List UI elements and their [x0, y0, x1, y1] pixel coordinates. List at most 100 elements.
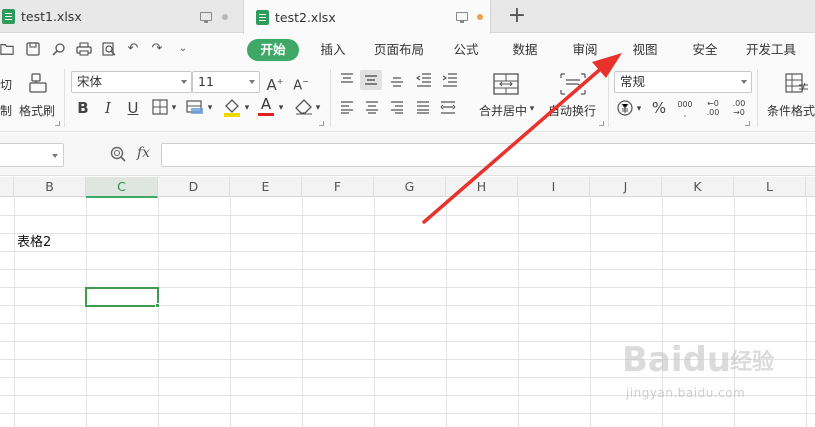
divider — [64, 69, 65, 127]
font-size-select[interactable]: 11 — [192, 71, 260, 93]
chevron-down-icon[interactable]: ▾ — [243, 99, 251, 117]
row-header-corner[interactable] — [0, 177, 14, 197]
justify-icon[interactable] — [416, 100, 430, 114]
eraser-icon[interactable] — [295, 99, 313, 115]
increase-decimal-button[interactable]: ←0.00 — [703, 99, 723, 117]
column-header-i[interactable]: I — [518, 177, 590, 197]
column-header-h[interactable]: H — [446, 177, 518, 197]
tab-home[interactable]: 开始 — [247, 39, 299, 61]
shrink-font-button[interactable]: A− — [292, 73, 310, 93]
grid-line — [0, 233, 815, 234]
column-header-d[interactable]: D — [158, 177, 230, 197]
column-header-e[interactable]: E — [230, 177, 302, 197]
tab-test2[interactable]: test2.xlsx — [243, 0, 491, 34]
currency-icon[interactable] — [617, 100, 633, 116]
print-preview-icon[interactable] — [102, 42, 116, 56]
save-icon[interactable] — [26, 42, 40, 56]
tab-view[interactable]: 视图 — [632, 39, 658, 61]
underline-button[interactable]: U — [126, 99, 140, 117]
fill-handle[interactable] — [155, 303, 160, 308]
merge-center-label[interactable]: 合并居中 — [479, 102, 527, 119]
column-header-b[interactable]: B — [14, 177, 86, 197]
chevron-down-icon[interactable]: ▾ — [206, 99, 214, 117]
divider — [608, 69, 609, 127]
watermark-url: jingyan.baidu.com — [626, 386, 746, 400]
conditional-format-label[interactable]: 条件格式 — [767, 102, 815, 119]
font-name-value: 宋体 — [77, 74, 103, 89]
customize-toolbar-icon[interactable]: ⌄ — [176, 42, 190, 56]
decrease-decimal-button[interactable]: .00 →0 — [729, 99, 749, 117]
tab-insert[interactable]: 插入 — [320, 39, 346, 61]
column-header-c[interactable]: C — [86, 177, 158, 198]
formula-input[interactable] — [161, 143, 815, 167]
watermark-sub: 经验 — [730, 350, 775, 375]
align-right-icon[interactable] — [390, 100, 404, 114]
increase-indent-icon[interactable] — [442, 73, 458, 87]
cell-style-icon[interactable] — [186, 99, 204, 115]
formula-bar: fx — [0, 133, 815, 176]
tab-review[interactable]: 审阅 — [572, 39, 598, 61]
font-name-select[interactable]: 宋体 — [71, 71, 192, 93]
chevron-down-icon[interactable]: ▾ — [314, 99, 322, 117]
undo-icon[interactable]: ↶ — [126, 42, 140, 56]
fill-color-icon[interactable] — [222, 97, 242, 117]
number-format-select[interactable]: 常规 — [614, 71, 752, 93]
italic-button[interactable]: I — [101, 99, 115, 117]
grid-line — [0, 323, 815, 324]
column-header-k[interactable]: K — [662, 177, 734, 197]
decrease-indent-icon[interactable] — [416, 73, 432, 87]
tab-security[interactable]: 安全 — [692, 39, 718, 61]
align-bottom-icon[interactable] — [390, 73, 404, 87]
column-header-g[interactable]: G — [374, 177, 446, 197]
tab-test1[interactable]: test1.xlsx — [0, 0, 242, 33]
align-middle-button[interactable] — [360, 70, 382, 90]
chevron-down-icon[interactable]: ▾ — [635, 102, 643, 116]
zoom-icon[interactable] — [110, 146, 126, 162]
find-icon[interactable] — [52, 42, 66, 56]
print-icon[interactable] — [76, 42, 92, 56]
clipboard-expand[interactable] — [55, 121, 60, 126]
column-header-f[interactable]: F — [302, 177, 374, 197]
chevron-down-icon[interactable]: ▾ — [528, 102, 536, 116]
monitor-icon[interactable] — [456, 12, 468, 23]
align-top-icon[interactable] — [340, 73, 354, 87]
grow-font-button[interactable]: A+ — [266, 73, 284, 94]
monitor-icon[interactable] — [200, 12, 212, 23]
font-expand[interactable] — [319, 121, 324, 126]
merge-center-icon[interactable] — [493, 73, 519, 95]
distributed-icon[interactable] — [440, 100, 456, 114]
selected-cell[interactable] — [85, 287, 160, 308]
insert-function-button[interactable]: fx — [137, 145, 150, 161]
number-expand[interactable] — [745, 121, 750, 126]
name-box[interactable] — [0, 143, 64, 167]
format-painter-icon[interactable] — [28, 72, 48, 94]
grid-line — [0, 269, 815, 270]
wrap-text-label[interactable]: 自动换行 — [548, 102, 596, 119]
align-center-icon[interactable] — [365, 100, 379, 114]
chevron-down-icon[interactable]: ▾ — [170, 99, 178, 117]
font-color-bar — [258, 113, 274, 116]
chevron-down-icon — [52, 154, 58, 158]
borders-icon[interactable] — [152, 99, 168, 115]
redo-icon[interactable]: ↷ — [150, 42, 164, 56]
column-header-l[interactable]: L — [734, 177, 806, 197]
align-left-icon[interactable] — [340, 100, 354, 114]
conditional-format-icon[interactable] — [785, 73, 809, 95]
open-folder-icon[interactable] — [0, 42, 14, 56]
font-color-icon[interactable]: A — [258, 95, 274, 113]
tab-page-layout[interactable]: 页面布局 — [374, 39, 424, 61]
wrap-text-icon[interactable] — [560, 73, 586, 95]
bold-button[interactable]: B — [76, 99, 90, 117]
column-header-j[interactable]: J — [590, 177, 662, 197]
alignment-expand[interactable] — [599, 121, 604, 126]
tab-data[interactable]: 数据 — [512, 39, 538, 61]
cell-b3[interactable]: 表格2 — [17, 234, 51, 252]
tab-formulas[interactable]: 公式 — [453, 39, 479, 61]
copy-button[interactable]: 制 — [0, 102, 12, 119]
percent-button[interactable]: % — [651, 99, 667, 117]
new-tab-button[interactable]: + — [506, 3, 528, 29]
chevron-down-icon[interactable]: ▾ — [277, 99, 285, 117]
tab-developer[interactable]: 开发工具 — [746, 39, 796, 61]
thousands-button[interactable]: 000, — [676, 100, 694, 118]
cut-button[interactable]: 切 — [0, 76, 12, 93]
